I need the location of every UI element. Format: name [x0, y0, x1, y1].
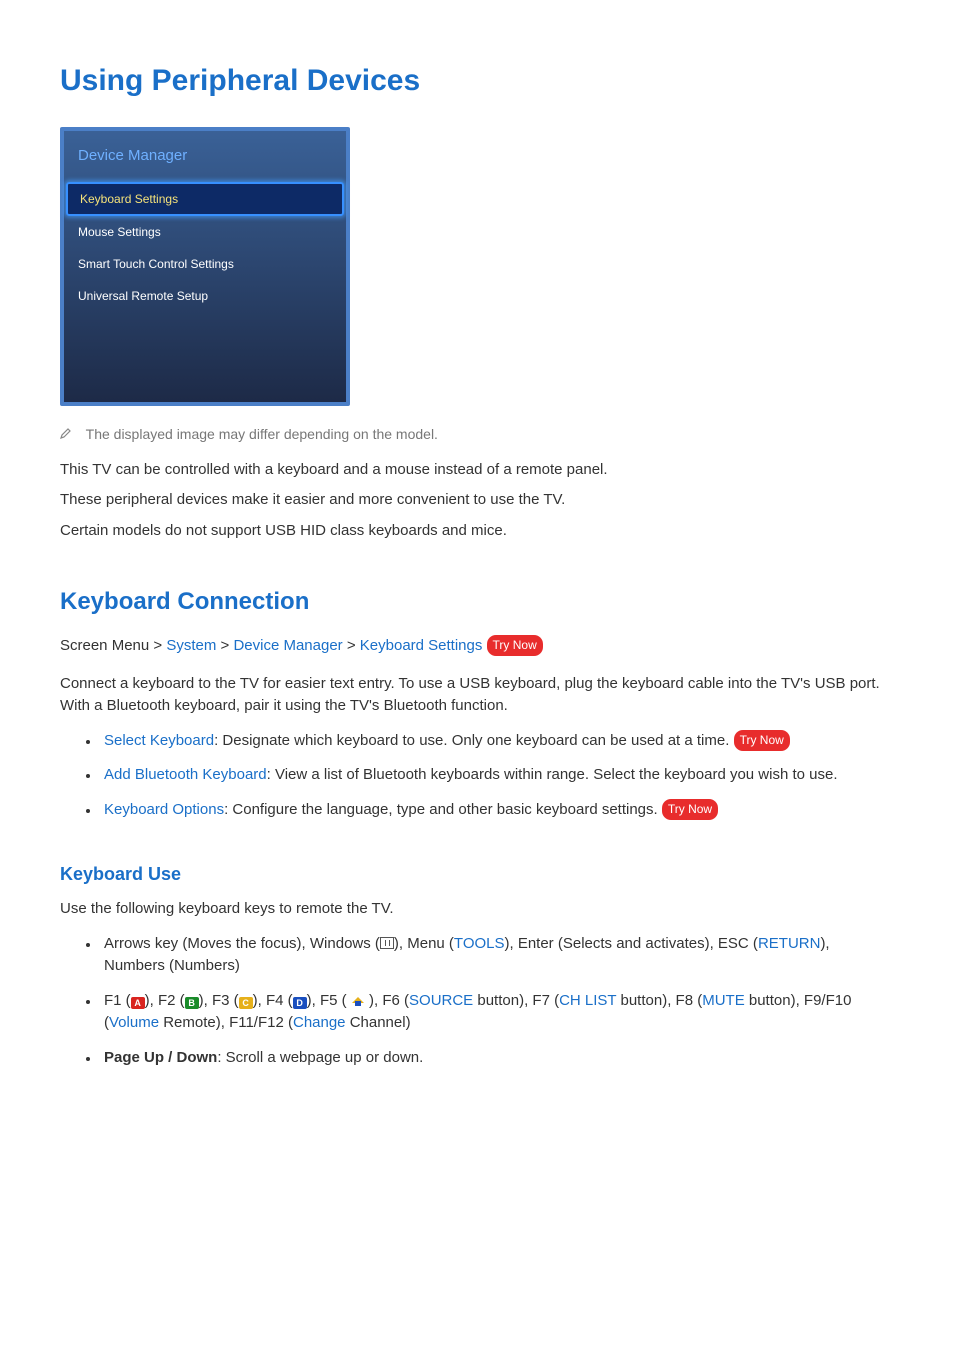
- text-part: ), F2 (: [145, 992, 185, 1009]
- text-part: ), F4 (: [253, 992, 293, 1009]
- item-name: Select Keyboard: [104, 732, 214, 749]
- menu-item-mouse-settings[interactable]: Mouse Settings: [64, 216, 346, 248]
- window-grid-icon: [380, 937, 394, 949]
- list-item-pageupdown: Page Up / Down: Scroll a webpage up or d…: [100, 1047, 894, 1070]
- pageupdown-text: : Scroll a webpage up or down.: [217, 1049, 423, 1066]
- color-key-d-icon: D: [293, 997, 307, 1009]
- text-part: ), Enter (Selects and activates), ESC (: [505, 935, 758, 952]
- volume-label: Volume: [109, 1014, 159, 1031]
- change-label: Change: [293, 1014, 346, 1031]
- text-part: Remote), F11/F12 (: [159, 1014, 293, 1031]
- tools-label: TOOLS: [454, 935, 505, 952]
- list-item-add-bluetooth-keyboard: Add Bluetooth Keyboard: View a list of B…: [100, 764, 894, 787]
- keyboard-connection-list: Select Keyboard: Designate which keyboar…: [60, 730, 894, 822]
- pencil-icon: [60, 424, 74, 445]
- menu-path: Screen Menu > System > Device Manager > …: [60, 635, 894, 658]
- menu-item-universal-remote-setup[interactable]: Universal Remote Setup: [64, 280, 346, 312]
- pageupdown-label: Page Up / Down: [104, 1049, 217, 1066]
- nav-device-manager: Device Manager: [233, 637, 342, 654]
- device-manager-menu: Device Manager Keyboard Settings Mouse S…: [60, 127, 350, 406]
- try-now-badge[interactable]: Try Now: [734, 730, 790, 751]
- color-key-b-icon: B: [185, 997, 199, 1009]
- text-part: button), F8 (: [616, 992, 702, 1009]
- text-part: ), F6 (: [365, 992, 409, 1009]
- chevron-icon: >: [153, 637, 166, 654]
- text-part: ), Menu (: [394, 935, 454, 952]
- item-text: : Configure the language, type and other…: [224, 801, 662, 818]
- try-now-badge[interactable]: Try Now: [487, 635, 543, 656]
- intro-para-3: Certain models do not support USB HID cl…: [60, 520, 894, 543]
- intro-para-1: This TV can be controlled with a keyboar…: [60, 459, 894, 482]
- color-key-c-icon: C: [239, 997, 253, 1009]
- list-item-keyboard-options: Keyboard Options: Configure the language…: [100, 799, 894, 822]
- item-text: : View a list of Bluetooth keyboards wit…: [267, 766, 838, 783]
- image-disclaimer-note: The displayed image may differ depending…: [60, 424, 894, 445]
- menu-item-smart-touch-control-settings[interactable]: Smart Touch Control Settings: [64, 248, 346, 280]
- list-item-select-keyboard: Select Keyboard: Designate which keyboar…: [100, 730, 894, 753]
- intro-para-2: These peripheral devices make it easier …: [60, 489, 894, 512]
- list-item-arrows: Arrows key (Moves the focus), Windows ()…: [100, 933, 894, 978]
- text-part: Channel): [346, 1014, 411, 1031]
- mute-label: MUTE: [702, 992, 745, 1009]
- chevron-icon: >: [347, 637, 360, 654]
- item-text: : Designate which keyboard to use. Only …: [214, 732, 733, 749]
- nav-system: System: [166, 637, 216, 654]
- color-key-a-icon: A: [131, 997, 145, 1009]
- menu-item-keyboard-settings[interactable]: Keyboard Settings: [66, 182, 344, 216]
- note-text: The displayed image may differ depending…: [86, 426, 438, 442]
- text-part: F1 (: [104, 992, 131, 1009]
- source-label: SOURCE: [409, 992, 473, 1009]
- smart-hub-icon: [351, 994, 365, 1006]
- keyboard-use-list: Arrows key (Moves the focus), Windows ()…: [60, 933, 894, 1070]
- text-part: ), F3 (: [199, 992, 239, 1009]
- text-part: button), F7 (: [473, 992, 559, 1009]
- return-label: RETURN: [758, 935, 821, 952]
- item-name: Add Bluetooth Keyboard: [104, 766, 267, 783]
- text-part: ), F5 (: [307, 992, 351, 1009]
- page-title: Using Peripheral Devices: [60, 58, 894, 103]
- chlist-label: CH LIST: [559, 992, 616, 1009]
- list-item-fkeys: F1 (A), F2 (B), F3 (C), F4 (D), F5 ( ), …: [100, 990, 894, 1035]
- menu-title: Device Manager: [64, 131, 346, 182]
- nav-keyboard-settings: Keyboard Settings: [360, 637, 483, 654]
- text-part: Arrows key (Moves the focus), Windows (: [104, 935, 380, 952]
- keyboard-connection-desc: Connect a keyboard to the TV for easier …: [60, 673, 894, 718]
- item-name: Keyboard Options: [104, 801, 224, 818]
- section-keyboard-connection-title: Keyboard Connection: [60, 584, 894, 620]
- keyboard-use-desc: Use the following keyboard keys to remot…: [60, 898, 894, 921]
- chevron-icon: >: [221, 637, 234, 654]
- try-now-badge[interactable]: Try Now: [662, 799, 718, 820]
- nav-prefix: Screen Menu: [60, 637, 149, 654]
- section-keyboard-use-title: Keyboard Use: [60, 861, 894, 888]
